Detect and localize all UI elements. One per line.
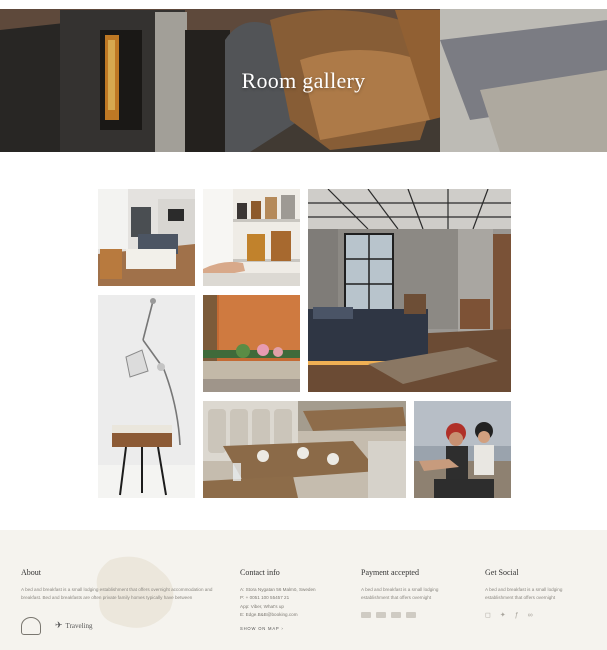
- living-loft-photo: [98, 189, 195, 286]
- gallery-image-restaurant-tables[interactable]: [203, 401, 406, 498]
- contact-app: App: Viber, What's up: [240, 603, 284, 609]
- contact-email[interactable]: E: Edge.B&B@booking.com: [240, 611, 350, 619]
- payment-heading: Payment accepted: [361, 568, 419, 577]
- gallery-image-couple-scooter[interactable]: [414, 401, 511, 498]
- contact-phone[interactable]: P: + 0051 100 55457 21: [240, 594, 350, 602]
- footer-contact: Contact info A: Stora Nygatan 56 Malmö, …: [240, 568, 350, 631]
- payment-icons: [361, 611, 461, 618]
- footer-social: Get Social A bed and breakfast is a smal…: [485, 568, 585, 620]
- tripadvisor-badge-icon: [21, 616, 41, 635]
- footer-about: About A bed and breakfast is a small lod…: [21, 568, 221, 635]
- instagram-icon[interactable]: ◻: [485, 612, 491, 620]
- show-on-map-link[interactable]: SHOW ON MAP ›: [240, 626, 350, 631]
- restaurant-tables-photo: [203, 401, 406, 498]
- wall-lamp-photo: [98, 295, 195, 498]
- orange-wall-patio-photo: [203, 295, 300, 392]
- gallery-image-wall-lamp[interactable]: [98, 295, 195, 498]
- traveling-logo: Traveling: [65, 621, 93, 630]
- gallery-image-loft-bedroom[interactable]: [308, 189, 511, 392]
- social-heading: Get Social: [485, 568, 519, 577]
- hero-banner: Room gallery: [0, 0, 607, 152]
- couple-scooter-photo: [414, 401, 511, 498]
- about-text: A bed and breakfast is a small lodging e…: [21, 587, 213, 601]
- traveling-logo-icon: ✈: [55, 620, 63, 631]
- footer-payment: Payment accepted A bed and breakfast is …: [361, 568, 461, 618]
- header-strip: [0, 0, 607, 9]
- gallery-image-orange-wall-patio[interactable]: [203, 295, 300, 392]
- tripadvisor-icon[interactable]: ∞: [528, 612, 533, 620]
- social-text: A bed and breakfast is a small lodging e…: [485, 587, 563, 601]
- mastercard-icon: [391, 611, 401, 618]
- contact-heading: Contact info: [240, 568, 280, 577]
- site-footer: About A bed and breakfast is a small lod…: [0, 530, 607, 650]
- facebook-icon[interactable]: ƒ: [515, 612, 519, 620]
- gallery-image-living-loft[interactable]: [98, 189, 195, 286]
- kitchen-shelf-photo: [203, 189, 300, 286]
- about-heading: About: [21, 568, 41, 577]
- paypal-icon: [361, 611, 371, 618]
- amex-icon: [406, 611, 416, 618]
- contact-address: A: Stora Nygatan 56 Malmö, Sweden: [240, 587, 316, 592]
- payment-text: A bed and breakfast is a small lodging e…: [361, 587, 439, 601]
- twitter-icon[interactable]: ✦: [500, 612, 506, 620]
- footer-logos: ✈ Traveling: [21, 616, 221, 635]
- gallery-image-kitchen-shelf[interactable]: [203, 189, 300, 286]
- visa-icon: [376, 611, 386, 618]
- social-icons: ◻ ✦ ƒ ∞: [485, 612, 585, 620]
- page-title: Room gallery: [241, 68, 366, 93]
- loft-bedroom-photo: [308, 189, 511, 392]
